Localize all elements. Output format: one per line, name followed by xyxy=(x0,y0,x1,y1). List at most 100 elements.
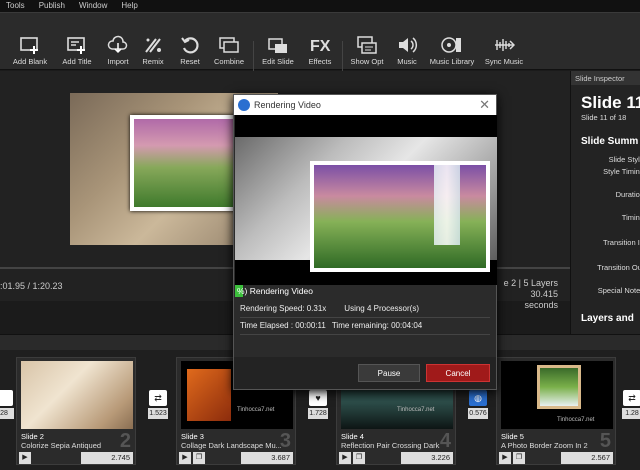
layers-icon[interactable]: ❐ xyxy=(513,452,525,464)
play-icon[interactable]: ▶ xyxy=(499,452,511,464)
render-speed: Rendering Speed: 0.31x xyxy=(240,304,327,313)
transition-duration: 1.28 xyxy=(622,408,640,419)
slide-duration[interactable]: 2.567 xyxy=(561,452,613,464)
slide-card[interactable]: Slide 2 Colorize Sepia Antiqued 2 ▶ 2.74… xyxy=(16,357,136,465)
watermark: Tinhocca7.net xyxy=(557,417,595,423)
transition-item[interactable]: ♥ 1.728 xyxy=(308,390,328,419)
progress-text: %) Rendering Video xyxy=(237,286,313,296)
menu-publish[interactable]: Publish xyxy=(39,2,65,10)
stats-row: Rendering Speed: 0.31x Using 4 Processor… xyxy=(240,301,490,318)
play-icon[interactable]: ▶ xyxy=(339,452,351,464)
play-icon[interactable]: ▶ xyxy=(19,452,31,464)
remix-icon xyxy=(145,38,161,53)
transition-item[interactable]: 28 xyxy=(0,390,14,419)
menu-bar: Tools Publish Window Help xyxy=(0,0,640,12)
special-notes-label[interactable]: Special Notes xyxy=(571,286,640,295)
music-library-icon xyxy=(441,37,461,53)
app-logo-icon xyxy=(238,99,250,111)
sync-music-icon xyxy=(495,39,515,51)
slide-name: Slide 4 xyxy=(341,432,364,441)
music-button[interactable]: Music xyxy=(382,35,432,66)
style-timing-label[interactable]: Style Timing xyxy=(571,167,640,176)
transition-icon xyxy=(0,390,13,406)
slide-description: A Photo Border Zoom In 2 xyxy=(501,441,588,450)
transition-item[interactable]: ◍ 0.576 xyxy=(468,390,488,419)
add-title-icon xyxy=(67,37,85,54)
transition-item[interactable]: ⇄ 1.523 xyxy=(148,390,168,419)
layers-heading: Layers and xyxy=(581,313,634,324)
transition-duration: 1.523 xyxy=(148,408,168,419)
slide-name: Slide 2 xyxy=(21,432,44,441)
render-progress-bar: %) Rendering Video xyxy=(235,285,497,297)
layer-count: e 2 | 5 Layers xyxy=(503,278,558,288)
music-library-button[interactable]: Music Library xyxy=(427,35,477,66)
sync-music-button[interactable]: Sync Music xyxy=(479,35,529,66)
slide-description: Collage Dark Landscape Mu... xyxy=(181,441,281,450)
slide-inspector: Slide Inspector Slide 11 Slide 11 of 18 … xyxy=(570,71,640,334)
render-stats: Rendering Speed: 0.31x Using 4 Processor… xyxy=(240,301,490,335)
time-elapsed: Time Elapsed : 00:00:11 xyxy=(240,321,326,330)
transition-icon: ⇄ xyxy=(623,390,640,406)
slide-thumbnail xyxy=(21,361,133,429)
add-blank-button[interactable]: Add Blank xyxy=(5,35,55,66)
slide-number: 5 xyxy=(599,430,611,452)
layers-icon[interactable]: ❐ xyxy=(193,452,205,464)
layers-icon[interactable]: ❐ xyxy=(353,452,365,464)
layer-info: e 2 | 5 Layers 30.415 seconds xyxy=(498,278,558,311)
music-icon xyxy=(399,37,418,53)
slide-description: Colorize Sepia Antiqued xyxy=(21,441,102,450)
combine-button[interactable]: Combine xyxy=(204,35,254,66)
slide-summary-heading: Slide Summ xyxy=(581,136,639,147)
render-frame-background xyxy=(235,137,497,272)
timing-label[interactable]: Timing xyxy=(571,213,640,222)
render-frame-photo xyxy=(310,161,490,272)
transition-out-label[interactable]: Transition Out xyxy=(571,263,640,272)
time-remaining: Time remaining: 00:04:04 xyxy=(331,321,423,330)
slide-description: Reflection Pair Crossing Dark xyxy=(341,441,440,450)
transition-in-label[interactable]: Transition In xyxy=(571,238,640,247)
duration-label[interactable]: Duration xyxy=(571,190,640,199)
svg-text:FX: FX xyxy=(310,38,331,55)
rendering-dialog: Rendering Video ✕ %) Rendering Video Ren… xyxy=(233,94,497,390)
play-icon[interactable]: ▶ xyxy=(179,452,191,464)
render-preview xyxy=(235,115,497,285)
edit-slide-icon xyxy=(268,38,287,53)
pause-button[interactable]: Pause xyxy=(358,364,420,382)
processor-count: Using 4 Processor(s) xyxy=(344,304,419,313)
slide-style-label[interactable]: Slide Style xyxy=(571,155,640,164)
watermark: Tinhocca7.net xyxy=(237,407,275,413)
slide-number: 2 xyxy=(119,430,131,452)
slide-seconds: 30.415 seconds xyxy=(524,289,558,310)
transition-icon: ⇄ xyxy=(149,390,167,406)
transition-icon: ♥ xyxy=(309,390,327,406)
dialog-titlebar: Rendering Video ✕ xyxy=(234,95,496,115)
inspector-subtitle: Slide 11 of 18 xyxy=(581,113,627,122)
inspector-header: Slide Inspector xyxy=(571,71,640,85)
close-icon[interactable]: ✕ xyxy=(479,97,490,113)
slide-card[interactable]: Tinhocca7.net Slide 5 A Photo Border Zoo… xyxy=(496,357,616,465)
transition-duration: 0.576 xyxy=(468,408,488,419)
slide-name: Slide 3 xyxy=(181,432,204,441)
menu-tools[interactable]: Tools xyxy=(6,2,25,10)
dialog-footer: Pause Cancel xyxy=(234,357,496,389)
watermark: Tinhocca7.net xyxy=(397,407,435,413)
transition-item[interactable]: ⇄ 1.28 xyxy=(622,390,640,419)
menu-help[interactable]: Help xyxy=(121,2,137,10)
slide-duration[interactable]: 3.687 xyxy=(241,452,293,464)
stats-row: Time Elapsed : 00:00:11 Time remaining: … xyxy=(240,318,490,335)
cancel-button[interactable]: Cancel xyxy=(426,364,490,382)
reset-icon xyxy=(181,37,199,54)
inspector-title: Slide 11 xyxy=(581,93,640,112)
transition-duration: 28 xyxy=(0,408,14,419)
effects-button[interactable]: FX Effects xyxy=(295,35,345,66)
slide-duration[interactable]: 3.226 xyxy=(401,452,453,464)
import-icon xyxy=(107,35,128,54)
slide-thumbnail: Tinhocca7.net xyxy=(501,361,613,429)
slide-name: Slide 5 xyxy=(501,432,524,441)
time-readout: :01.95 / 1:20.23 xyxy=(0,281,63,291)
dialog-title: Rendering Video xyxy=(254,100,321,110)
add-blank-icon xyxy=(20,37,38,54)
menu-window[interactable]: Window xyxy=(79,2,107,10)
transition-icon: ◍ xyxy=(469,390,487,406)
slide-duration[interactable]: 2.745 xyxy=(81,452,133,464)
